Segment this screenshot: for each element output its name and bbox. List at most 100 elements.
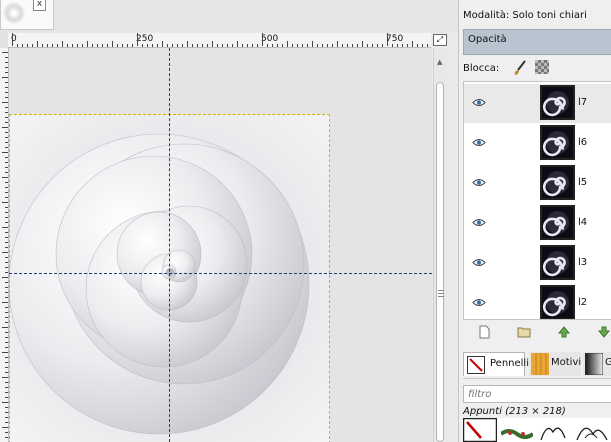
brush-item[interactable]	[463, 418, 497, 442]
layer-name: l6	[578, 137, 588, 148]
layers-list[interactable]: l7 l6 l5 l4 l3 l2	[463, 81, 611, 320]
ruler-tick	[2, 327, 8, 328]
layer-name: l4	[578, 217, 588, 228]
ruler-tick	[5, 117, 8, 118]
tab-brushes[interactable]: Pennelli	[463, 352, 529, 376]
ruler-tick	[2, 152, 8, 153]
eye-icon[interactable]	[472, 178, 486, 187]
ruler-tick	[5, 282, 8, 283]
new-layer-icon[interactable]	[477, 325, 491, 339]
brush-item[interactable]	[571, 420, 611, 442]
ruler-tick	[407, 44, 408, 47]
layer-row[interactable]: l3	[464, 244, 611, 283]
ruler-tick	[5, 182, 8, 183]
lock-alpha-icon[interactable]	[535, 60, 549, 74]
layer-mode[interactable]: Modalità: Solo toni chiari	[463, 10, 587, 21]
ruler-tick	[5, 392, 8, 393]
scrollbar-thumb[interactable]	[436, 82, 444, 442]
ruler-tick	[5, 92, 8, 93]
ruler-tick	[202, 44, 203, 47]
opacity-label: Opacità	[468, 34, 507, 45]
ruler-tick	[5, 247, 8, 248]
ruler-tick	[272, 44, 273, 47]
ruler-tick	[297, 44, 298, 47]
ruler-tick	[417, 44, 418, 47]
lower-layer-icon[interactable]	[597, 325, 611, 339]
brush-grid[interactable]	[463, 418, 611, 442]
ruler-tick	[372, 44, 373, 47]
ruler-tick	[197, 44, 198, 47]
ruler-tick	[5, 112, 8, 113]
ruler-tick	[177, 44, 178, 47]
scroll-up-icon[interactable]: ▲	[437, 58, 442, 66]
eye-icon[interactable]	[472, 138, 486, 147]
ruler-tick	[277, 44, 278, 47]
layer-row[interactable]: l6	[464, 124, 611, 163]
ruler-tick	[287, 41, 288, 47]
layer-thumbnail	[540, 85, 575, 120]
scrollbar-grip-icon	[438, 290, 444, 297]
ruler-tick	[2, 127, 8, 128]
layers-dock: Modalità: Solo toni chiari Opacità Blocc…	[458, 0, 611, 442]
ruler-tick	[2, 427, 8, 428]
ruler-tick	[5, 122, 8, 123]
ruler-tick	[222, 44, 223, 47]
ruler-tick	[267, 44, 268, 47]
tab-patterns[interactable]: Motivi	[529, 352, 581, 376]
ruler-tick	[132, 44, 133, 47]
ruler-tick	[182, 44, 183, 47]
image-tab[interactable]: x	[0, 0, 54, 30]
horizontal-guide[interactable]	[9, 273, 432, 274]
vertical-ruler[interactable]	[0, 48, 9, 442]
ruler-tick	[32, 44, 33, 47]
ruler-tick	[5, 57, 8, 58]
ruler-tick	[422, 44, 423, 47]
ruler-tick	[192, 44, 193, 47]
layer-row[interactable]: l5	[464, 164, 611, 203]
ruler-tick	[5, 262, 8, 263]
ruler-tick	[357, 44, 358, 47]
ruler-tick	[2, 302, 8, 303]
eye-icon[interactable]	[472, 218, 486, 227]
ruler-tick	[5, 217, 8, 218]
image-canvas[interactable]	[9, 48, 432, 442]
layer-row[interactable]: l7	[464, 84, 611, 123]
ruler-tick	[5, 167, 8, 168]
vertical-guide[interactable]	[169, 48, 170, 442]
layer-row[interactable]: l4	[464, 204, 611, 243]
ruler-tick	[5, 197, 8, 198]
ruler-tick	[317, 44, 318, 47]
ruler-tick	[77, 44, 78, 47]
brush-item[interactable]	[537, 420, 567, 442]
ruler-tick	[5, 437, 8, 438]
clipboard-brush-label: Appunti (213 × 218)	[463, 406, 566, 417]
ruler-tick	[2, 377, 8, 378]
ruler-tick	[5, 187, 8, 188]
eye-icon[interactable]	[472, 258, 486, 267]
eye-icon[interactable]	[472, 298, 486, 307]
ruler-tick	[352, 44, 353, 47]
close-icon[interactable]: x	[33, 0, 46, 11]
horizontal-ruler[interactable]: 0 250 500 750	[8, 33, 431, 48]
ruler-tick	[5, 97, 8, 98]
zoom-fit-icon[interactable]: ⤢	[433, 34, 447, 46]
opacity-slider[interactable]: Opacità	[463, 29, 611, 55]
ruler-tick	[387, 33, 388, 46]
tab-gradients[interactable]: G	[583, 352, 611, 376]
layer-row[interactable]: l2	[464, 284, 611, 319]
ruler-tick	[5, 107, 8, 108]
brush-filter-input[interactable]	[463, 385, 611, 403]
ruler-tick	[232, 44, 233, 47]
lock-pixels-brush-icon[interactable]	[513, 60, 527, 76]
raise-layer-icon[interactable]	[557, 325, 571, 339]
brush-item[interactable]	[501, 424, 533, 442]
ruler-tick	[217, 44, 218, 47]
ruler-tick	[107, 44, 108, 47]
ruler-tick	[262, 33, 263, 46]
eye-icon[interactable]	[472, 98, 486, 107]
ruler-tick	[337, 41, 338, 47]
vertical-scrollbar[interactable]: ▲	[433, 48, 447, 442]
layer-group-icon[interactable]	[517, 325, 531, 339]
ruler-tick	[5, 362, 8, 363]
ruler-tick	[5, 267, 8, 268]
